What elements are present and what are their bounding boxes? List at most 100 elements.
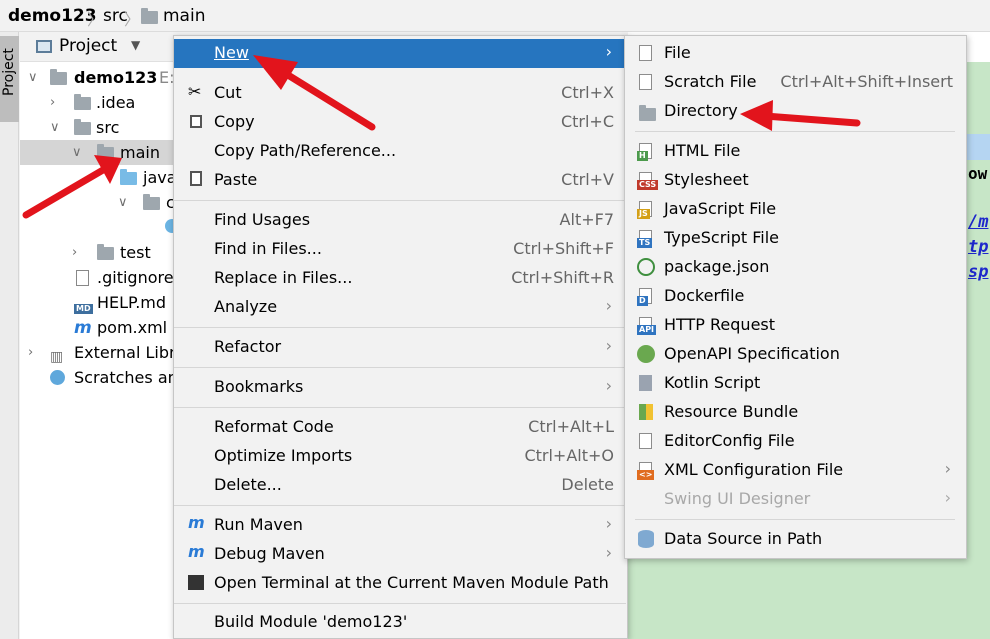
menu-label: New bbox=[214, 43, 249, 62]
submenu-item-xml-configuration[interactable]: <> XML Configuration File › bbox=[625, 456, 965, 485]
menu-item-build-module[interactable]: Build Module 'demo123' bbox=[174, 608, 626, 637]
folder-icon bbox=[97, 244, 114, 260]
menu-item-analyze[interactable]: Analyze › bbox=[174, 293, 626, 322]
menu-item-copy-path[interactable]: Copy Path/Reference... bbox=[174, 137, 626, 166]
menu-item-debug-maven[interactable]: m Debug Maven › bbox=[174, 540, 626, 569]
menu-item-reformat-code[interactable]: Reformat Code Ctrl+Alt+L bbox=[174, 413, 626, 442]
chevron-right-icon: › bbox=[944, 488, 951, 507]
submenu-item-javascript-file[interactable]: JS JavaScript File bbox=[625, 195, 965, 224]
chevron-down-icon[interactable]: ∨ bbox=[28, 66, 38, 90]
chevron-right-icon[interactable]: › bbox=[50, 91, 55, 115]
menu-item-replace-in-files[interactable]: Replace in Files... Ctrl+Shift+R bbox=[174, 264, 626, 293]
submenu-item-data-source[interactable]: Data Source in Path bbox=[625, 525, 965, 554]
menu-separator bbox=[174, 367, 626, 368]
tree-label: main bbox=[120, 143, 160, 162]
menu-item-cut[interactable]: ✂ Cut Ctrl+X bbox=[174, 79, 626, 108]
submenu-item-package-json[interactable]: package.json bbox=[625, 253, 965, 282]
editor-link[interactable]: tp bbox=[968, 237, 988, 257]
submenu-item-editorconfig[interactable]: EditorConfig File bbox=[625, 427, 965, 456]
resource-bundle-icon bbox=[639, 404, 653, 420]
database-icon bbox=[638, 530, 654, 548]
menu-item-delete[interactable]: Delete... Delete bbox=[174, 471, 626, 500]
menu-shortcut: Ctrl+Alt+L bbox=[528, 417, 614, 436]
chevron-down-icon[interactable]: ▼ bbox=[131, 38, 140, 52]
project-view-label[interactable]: Project bbox=[59, 36, 117, 56]
menu-shortcut: Alt+F7 bbox=[559, 210, 614, 229]
menu-item-find-in-files[interactable]: Find in Files... Ctrl+Shift+F bbox=[174, 235, 626, 264]
chevron-down-icon[interactable]: ∨ bbox=[118, 191, 128, 215]
tool-window-strip: Project bbox=[0, 32, 19, 639]
menu-label: Copy Path/Reference... bbox=[214, 141, 397, 160]
project-tool-tab[interactable]: Project bbox=[0, 36, 19, 122]
menu-item-run-maven[interactable]: m Run Maven › bbox=[174, 511, 626, 540]
folder-icon bbox=[74, 119, 91, 135]
menu-separator bbox=[174, 407, 626, 408]
chevron-right-icon: › bbox=[944, 459, 951, 478]
menu-label: HTTP Request bbox=[664, 315, 776, 334]
folder-icon bbox=[141, 8, 158, 24]
editor-link[interactable]: /m bbox=[968, 212, 988, 232]
menu-shortcut: Ctrl+V bbox=[561, 170, 614, 189]
menu-separator bbox=[174, 603, 626, 604]
tree-label: .idea bbox=[96, 93, 136, 112]
scissors-icon: ✂ bbox=[188, 82, 202, 101]
menu-label: Kotlin Script bbox=[664, 373, 761, 392]
menu-shortcut: Ctrl+Alt+Shift+Insert bbox=[780, 72, 953, 91]
scratch-file-icon bbox=[639, 74, 652, 90]
menu-separator bbox=[174, 200, 626, 201]
submenu-item-html-file[interactable]: H HTML File bbox=[625, 137, 965, 166]
tree-label: pom.xml bbox=[97, 318, 168, 337]
menu-label: Bookmarks bbox=[214, 377, 304, 396]
folder-icon bbox=[74, 94, 91, 110]
menu-item-paste[interactable]: Paste Ctrl+V bbox=[174, 166, 626, 195]
menu-shortcut: Ctrl+Alt+O bbox=[524, 446, 614, 465]
menu-label: Refactor bbox=[214, 337, 282, 356]
source-folder-icon bbox=[120, 169, 137, 185]
chevron-down-icon[interactable]: ∨ bbox=[72, 141, 82, 165]
chevron-right-icon: › bbox=[605, 296, 612, 315]
chevron-right-icon: 〉 bbox=[124, 10, 141, 29]
chevron-right-icon: › bbox=[605, 376, 612, 395]
submenu-item-typescript-file[interactable]: TS TypeScript File bbox=[625, 224, 965, 253]
tree-label: src bbox=[96, 118, 120, 137]
tree-label: demo123 bbox=[74, 68, 158, 87]
menu-label: JavaScript File bbox=[664, 199, 777, 218]
menu-label: Stylesheet bbox=[664, 170, 749, 189]
folder-icon bbox=[639, 105, 656, 121]
submenu-item-directory[interactable]: Directory bbox=[625, 97, 965, 126]
submenu-item-http-request[interactable]: API HTTP Request bbox=[625, 311, 965, 340]
chevron-down-icon[interactable]: ∨ bbox=[50, 116, 60, 140]
menu-label: HTML File bbox=[664, 141, 741, 160]
menu-item-find-usages[interactable]: Find Usages Alt+F7 bbox=[174, 206, 626, 235]
menu-label: XML Configuration File bbox=[664, 460, 844, 479]
chevron-right-icon: › bbox=[605, 336, 612, 355]
submenu-item-swing-ui-designer: Swing UI Designer › bbox=[625, 485, 965, 514]
chevron-right-icon[interactable]: › bbox=[28, 341, 33, 365]
editor-link[interactable]: sp bbox=[968, 262, 988, 282]
docker-badge: D bbox=[637, 296, 648, 306]
submenu-item-stylesheet[interactable]: CSS Stylesheet bbox=[625, 166, 965, 195]
menu-label: Run Maven bbox=[214, 515, 303, 534]
menu-item-refactor[interactable]: Refactor › bbox=[174, 333, 626, 362]
menu-item-bookmarks[interactable]: Bookmarks › bbox=[174, 373, 626, 402]
submenu-item-file[interactable]: File bbox=[625, 39, 965, 68]
breadcrumb-main[interactable]: main bbox=[163, 6, 205, 26]
module-folder-icon bbox=[50, 69, 67, 85]
editor-text: ow bbox=[968, 164, 988, 183]
submenu-item-resource-bundle[interactable]: Resource Bundle bbox=[625, 398, 965, 427]
menu-item-optimize-imports[interactable]: Optimize Imports Ctrl+Alt+O bbox=[174, 442, 626, 471]
menu-item-copy[interactable]: Copy Ctrl+C bbox=[174, 108, 626, 137]
menu-separator bbox=[174, 327, 626, 328]
chevron-right-icon[interactable]: › bbox=[72, 241, 77, 265]
project-view-icon bbox=[36, 40, 52, 53]
submenu-item-openapi[interactable]: OpenAPI Specification bbox=[625, 340, 965, 369]
submenu-item-scratch-file[interactable]: Scratch File Ctrl+Alt+Shift+Insert bbox=[625, 68, 965, 97]
menu-label: Debug Maven bbox=[214, 544, 325, 563]
breadcrumb-project[interactable]: demo123 bbox=[8, 6, 97, 26]
menu-item-open-terminal[interactable]: Open Terminal at the Current Maven Modul… bbox=[174, 569, 626, 598]
markdown-icon: MD bbox=[74, 304, 93, 314]
submenu-item-dockerfile[interactable]: D Dockerfile bbox=[625, 282, 965, 311]
breadcrumb: demo123 〉 src 〉 main bbox=[0, 0, 990, 32]
menu-item-new[interactable]: New › bbox=[174, 39, 626, 68]
submenu-item-kotlin-script[interactable]: Kotlin Script bbox=[625, 369, 965, 398]
